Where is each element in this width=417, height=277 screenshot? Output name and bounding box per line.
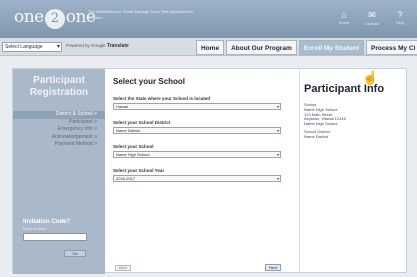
step-participant[interactable]: Participant >	[13, 119, 105, 127]
step-payment-method[interactable]: Payment Method >	[13, 141, 105, 149]
registration-steps: District & School > Participant > Emerge…	[13, 111, 105, 149]
chevron-down-icon: ▾	[276, 176, 279, 181]
invitation-code-input[interactable]	[23, 233, 87, 241]
school-form: Select your School Select the State wher…	[113, 77, 293, 182]
main-tabs: Home About Our Program Enroll My Student…	[196, 40, 417, 55]
google-text: Google	[91, 43, 106, 48]
state-select-value: Hawaii	[116, 104, 129, 109]
contact-icon-glyph: ✉	[368, 10, 376, 20]
go-button[interactable]: Go	[64, 250, 86, 257]
school-field: Select your School Name High School ▾	[113, 144, 293, 158]
logo-text-pre: one	[14, 7, 44, 27]
chevron-down-icon: ▾	[276, 104, 279, 109]
district-field: Select your School District Name Distric…	[113, 120, 293, 134]
district-select-value: Name District	[116, 128, 141, 133]
header-icons: ⌂ Home ✉ Contact ? Help	[335, 10, 409, 26]
district-info: School District: Name District	[304, 129, 408, 140]
app-header: one 2 one The Destination for Smart Manage…	[0, 0, 417, 38]
chevron-down-icon: ▾	[276, 152, 279, 157]
invitation-code-section: Invitation Code? Enter in here	[23, 219, 97, 241]
contact-icon-label: Contact	[365, 21, 379, 26]
home-icon[interactable]: ⌂ Home	[335, 10, 353, 26]
invitation-code-title: Invitation Code?	[23, 219, 70, 225]
top-navbar: Select Language ▾ Powered by Google Tran…	[0, 38, 417, 56]
form-title: Select your School	[113, 77, 186, 86]
school-year-field: Select your School Year 2016-2017 ▾	[113, 168, 293, 182]
help-icon-label: Help	[395, 20, 405, 25]
school-select-value: Name High School	[116, 152, 150, 157]
sidebar-title: Participant Registration	[13, 75, 105, 99]
invitation-code-subtitle: Enter in here	[23, 226, 46, 231]
home-icon-label: Home	[338, 20, 350, 25]
header-tagline: The Destination for Smart Manage Tours S…	[88, 9, 193, 20]
step-district-school[interactable]: District & School >	[13, 111, 105, 119]
step-acknowledgement[interactable]: Acknowledgement >	[13, 134, 105, 142]
sidebar-title-line1: Participant	[33, 75, 85, 86]
help-icon-glyph: ?	[397, 10, 403, 20]
participant-info-panel: Participant Info School: Name High Schoo…	[299, 69, 408, 274]
chevron-down-icon: ▾	[56, 44, 60, 50]
step-emergency-info[interactable]: Emergency Info >	[13, 126, 105, 134]
school-year-select-value: 2016-2017	[116, 176, 136, 181]
tab-home[interactable]: Home	[196, 40, 225, 55]
school-info: School: Name High School 123 Main Street…	[304, 102, 408, 127]
participant-info-title: Participant Info	[304, 83, 385, 95]
state-select[interactable]: Hawaii ▾	[113, 103, 281, 110]
school-select[interactable]: Name High School ▾	[113, 151, 281, 158]
school-year-select[interactable]: 2016-2017 ▾	[113, 175, 281, 182]
school-info-line: Name High School	[304, 121, 338, 127]
next-button[interactable]: Next	[265, 264, 281, 271]
language-select[interactable]: Select Language ▾	[2, 42, 62, 52]
registration-sidebar: Participant Registration District & Scho…	[13, 69, 105, 274]
district-label: Select your School District	[113, 120, 171, 125]
help-icon[interactable]: ? Help	[391, 10, 409, 26]
chevron-down-icon: ▾	[276, 128, 279, 133]
powered-by: Powered by Google Translate	[66, 43, 129, 49]
logo-circle: 2	[44, 9, 65, 29]
hand-pointer-icon: ☝	[362, 70, 379, 85]
school-label: Select your School	[113, 144, 154, 149]
school-year-label: Select your School Year	[113, 168, 165, 173]
translate-link[interactable]: Translate	[107, 43, 129, 49]
powered-by-text: Powered by	[66, 43, 90, 48]
state-label: Select the State where your School is lo…	[113, 96, 211, 101]
tab-enroll[interactable]: Enroll My Student	[298, 40, 364, 55]
sidebar-title-line2: Registration	[29, 87, 89, 98]
home-icon-glyph: ⌂	[341, 10, 347, 20]
brand-logo[interactable]: one 2 one	[14, 7, 96, 29]
district-info-line: Name District	[304, 133, 329, 139]
district-select[interactable]: Name District ▾	[113, 127, 281, 134]
tab-process[interactable]: Process My Cl	[365, 40, 417, 55]
tab-about[interactable]: About Our Program	[226, 40, 297, 55]
language-select-value: Select Language	[5, 44, 43, 50]
state-field: Select the State where your School is lo…	[113, 96, 293, 110]
contact-icon[interactable]: ✉ Contact	[363, 10, 381, 26]
registration-card: Participant Registration District & Scho…	[12, 68, 408, 274]
back-button[interactable]: Back	[115, 265, 131, 271]
